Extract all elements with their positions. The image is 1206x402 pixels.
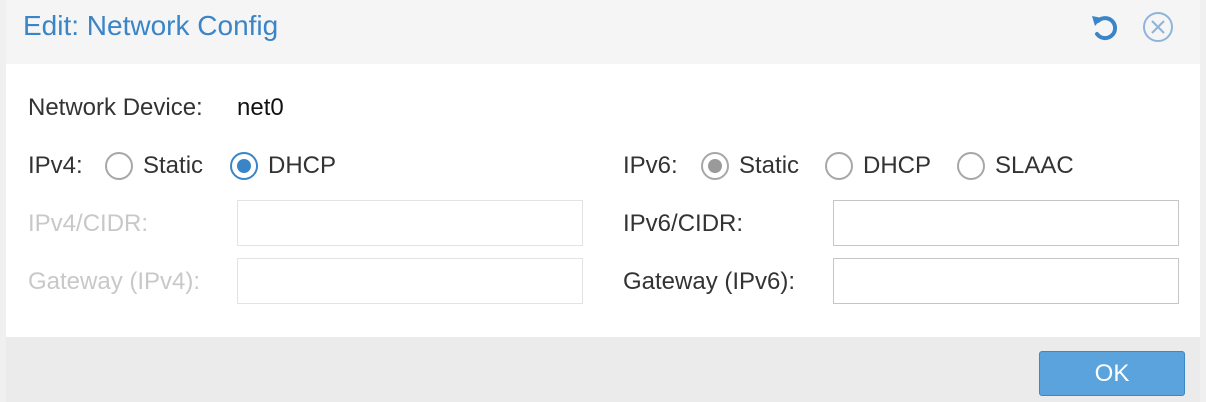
ok-button[interactable]: OK (1039, 351, 1185, 396)
ipv6-static-radio[interactable] (701, 152, 729, 180)
ipv6-dhcp-radio[interactable] (825, 152, 853, 180)
ipv4-static-label[interactable]: Static (143, 151, 203, 181)
reset-icon[interactable] (1089, 10, 1121, 49)
ipv4-cidr-label: IPv4/CIDR: (28, 210, 149, 237)
dialog-title: Edit: Network Config (23, 10, 279, 41)
ipv4-dhcp-label[interactable]: DHCP (268, 151, 336, 181)
network-device-label: Network Device: (28, 94, 203, 121)
ipv6-cidr-input[interactable] (833, 200, 1179, 246)
dialog-body: Network Device: net0 IPv4: Static DHCP I… (6, 64, 1200, 337)
ipv4-label: IPv4: (28, 152, 83, 179)
ipv4-gateway-label: Gateway (IPv4): (28, 268, 201, 295)
ipv4-cidr-input[interactable] (237, 200, 583, 246)
ipv4-static-radio[interactable] (105, 152, 133, 180)
ipv6-static-label[interactable]: Static (739, 151, 799, 181)
ipv4-dhcp-radio[interactable] (230, 152, 258, 180)
network-device-value: net0 (237, 94, 284, 121)
ipv6-label: IPv6: (623, 152, 678, 179)
edit-network-config-dialog: Edit: Network Config Network Device: net… (6, 0, 1200, 402)
ipv6-cidr-label: IPv6/CIDR: (623, 210, 744, 237)
ipv6-gateway-input[interactable] (833, 258, 1179, 304)
dialog-footer: OK (6, 337, 1200, 402)
ipv6-slaac-radio[interactable] (957, 152, 985, 180)
ipv6-dhcp-label[interactable]: DHCP (863, 151, 931, 181)
dialog-header: Edit: Network Config (6, 0, 1200, 64)
ipv4-gateway-input[interactable] (237, 258, 583, 304)
ipv6-slaac-label[interactable]: SLAAC (995, 151, 1074, 181)
close-circle-icon[interactable] (1141, 10, 1175, 49)
ipv6-gateway-label: Gateway (IPv6): (623, 268, 796, 295)
